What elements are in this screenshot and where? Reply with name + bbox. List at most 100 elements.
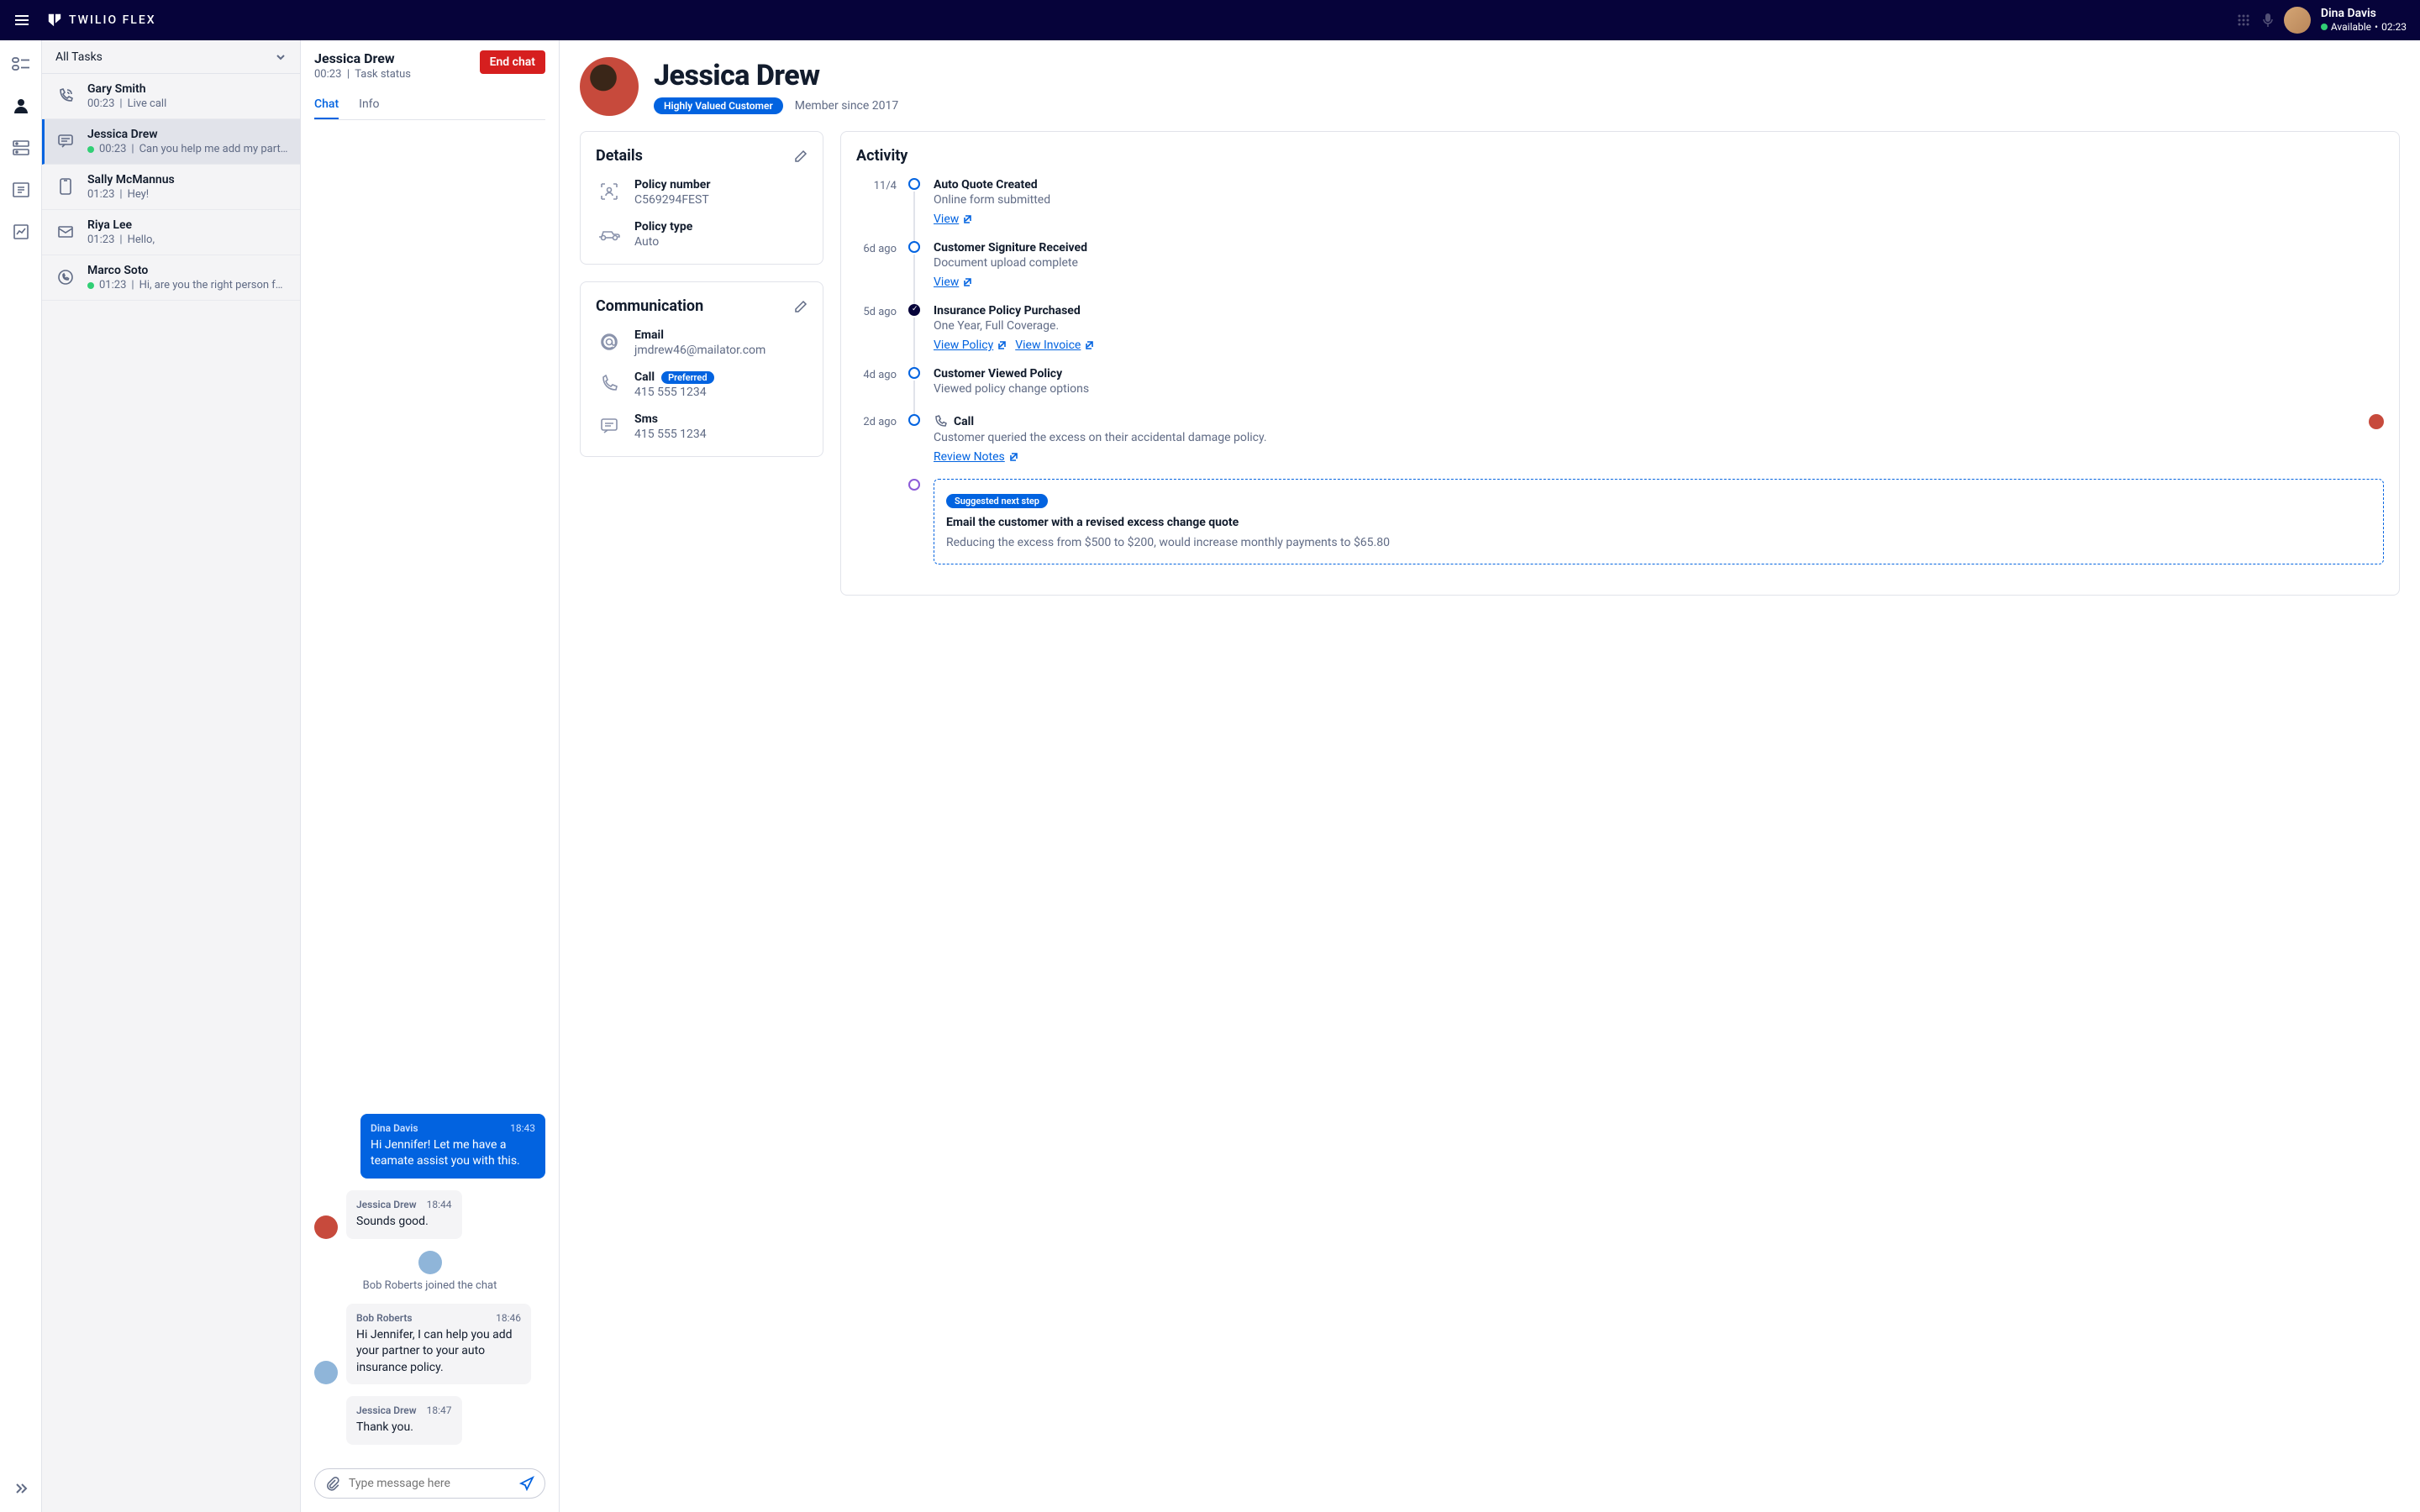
activity-item: 11/4 Auto Quote Created Online form subm… [856, 178, 2384, 226]
task-item[interactable]: Gary Smith 00:23|Live call [42, 74, 300, 119]
message-avatar [314, 1215, 338, 1239]
whatsapp-icon [54, 265, 77, 289]
rail-teams[interactable] [11, 138, 31, 158]
email-icon [54, 220, 77, 244]
rail-agent[interactable] [11, 96, 31, 116]
tab-info[interactable]: Info [359, 91, 379, 119]
edit-details-icon[interactable] [794, 150, 808, 163]
brand-logo: TWILIO FLEX [47, 13, 156, 28]
activity-suggestion: Suggested next step Email the customer w… [856, 479, 2384, 564]
message-text: Thank you. [356, 1420, 452, 1436]
details-title: Details [596, 147, 643, 165]
brand-text: TWILIO FLEX [69, 13, 156, 27]
customer-name: Jessica Drew [654, 59, 898, 92]
message-input[interactable] [349, 1477, 511, 1490]
user-name: Dina Davis [2321, 7, 2376, 21]
task-meta: 01:23|Hello, [87, 234, 288, 246]
activity-link[interactable]: View Policy [934, 339, 1007, 352]
user-avatar[interactable] [2284, 7, 2311, 34]
comm-label: Email [634, 328, 765, 342]
preferred-badge: Preferred [661, 371, 713, 384]
communication-card: Communication Email jmdrew46@mailator.com… [580, 281, 823, 457]
activity-desc: One Year, Full Coverage. [934, 319, 2384, 333]
activity-item: 6d ago Customer Signiture Received Docum… [856, 241, 2384, 289]
task-item[interactable]: Marco Soto 01:23|Hi, are you the right p… [42, 255, 300, 301]
activity-dot-icon [908, 304, 920, 316]
activity-date: 11/4 [856, 178, 897, 226]
activity-event-title: Customer Signiture Received [934, 241, 2384, 255]
activity-link[interactable]: View [934, 276, 972, 289]
task-name: Jessica Drew [87, 128, 288, 141]
activity-desc: Document upload complete [934, 256, 2384, 270]
task-item[interactable]: Jessica Drew 00:23|Can you help me add m… [42, 119, 300, 165]
chevron-down-icon [275, 51, 287, 63]
activity-dot-icon [908, 178, 920, 190]
customer-badge: Highly Valued Customer [654, 97, 783, 114]
task-list: All Tasks Gary Smith 00:23|Live call Jes… [42, 40, 301, 1512]
activity-dot-icon [908, 241, 920, 253]
task-item[interactable]: Riya Lee 01:23|Hello, [42, 210, 300, 255]
message-in: Jessica Drew18:44Sounds good. [314, 1190, 545, 1239]
activity-date: 5d ago [856, 304, 897, 352]
task-name: Riya Lee [87, 218, 288, 232]
user-status[interactable]: Available • 02:23 [2321, 21, 2407, 33]
comm-value: jmdrew46@mailator.com [634, 344, 765, 357]
activity-item: 5d ago Insurance Policy Purchased One Ye… [856, 304, 2384, 352]
rail-tasks[interactable] [11, 54, 31, 74]
edit-communication-icon[interactable] [794, 300, 808, 313]
activity-item: 2d ago Call Customer queried the excess … [856, 414, 2384, 464]
attach-icon[interactable] [325, 1476, 340, 1491]
tab-chat[interactable]: Chat [314, 91, 339, 119]
rail-queues[interactable] [11, 180, 31, 200]
task-list-header[interactable]: All Tasks [42, 40, 300, 74]
menu-icon[interactable] [13, 12, 30, 29]
task-name: Marco Soto [87, 264, 288, 277]
system-avatar [418, 1251, 442, 1274]
rail-insights[interactable] [11, 222, 31, 242]
chat-panel: Jessica Drew 00:23 | Task status End cha… [301, 40, 560, 1512]
activity-link[interactable]: Review Notes [934, 450, 1018, 464]
comm-label: Sms [634, 412, 707, 426]
activity-date: 2d ago [856, 414, 897, 464]
detail-icon [596, 220, 623, 247]
dialpad-icon[interactable] [2237, 13, 2250, 27]
suggestion-title: Email the customer with a revised excess… [946, 515, 2371, 530]
suggestion-badge: Suggested next step [946, 494, 1048, 508]
task-item[interactable]: Sally McMannus 01:23|Hey! [42, 165, 300, 210]
activity-desc: Customer queried the excess on their acc… [934, 431, 2384, 444]
task-meta: 00:23|Can you help me add my part... [87, 143, 288, 155]
app-header: TWILIO FLEX Dina Davis Available • 02:23 [0, 0, 2420, 40]
activity-link[interactable]: View Invoice [1015, 339, 1094, 352]
task-meta: 00:23|Live call [87, 97, 288, 110]
message-text: Hi Jennifer! Let me have a teamate assis… [371, 1137, 535, 1170]
message-in: Jessica Drew18:47Thank you. [314, 1396, 545, 1445]
task-name: Sally McMannus [87, 173, 288, 186]
activity-date: 6d ago [856, 241, 897, 289]
activity-card: Activity 11/4 Auto Quote Created Online … [840, 131, 2400, 596]
chat-status: 00:23 | Task status [314, 68, 411, 81]
communication-title: Communication [596, 297, 703, 315]
suggestion-dot-icon [908, 479, 920, 491]
comm-icon [596, 412, 623, 439]
task-name: Gary Smith [87, 82, 288, 96]
rail-expand[interactable] [11, 1478, 31, 1499]
nav-rail [0, 40, 42, 1512]
detail-label: Policy type [634, 220, 692, 234]
message-in: Bob Roberts18:46Hi Jennifer, I can help … [314, 1304, 545, 1385]
message-avatar [314, 1361, 338, 1384]
mic-icon[interactable] [2262, 13, 2274, 28]
send-icon[interactable] [519, 1476, 534, 1491]
activity-title: Activity [856, 147, 908, 165]
message-text: Sounds good. [356, 1214, 452, 1231]
activity-link[interactable]: View [934, 213, 972, 226]
chat-icon [54, 129, 77, 153]
detail-value: Auto [634, 235, 692, 249]
activity-dot-icon [908, 414, 920, 426]
task-meta: 01:23|Hey! [87, 188, 288, 201]
comm-value: 415 555 1234 [634, 386, 714, 399]
activity-desc: Online form submitted [934, 193, 2384, 207]
system-message: Bob Roberts joined the chat [314, 1251, 545, 1292]
activity-date: 4d ago [856, 367, 897, 399]
end-chat-button[interactable]: End chat [480, 50, 545, 74]
status-dot-icon [2321, 24, 2328, 30]
